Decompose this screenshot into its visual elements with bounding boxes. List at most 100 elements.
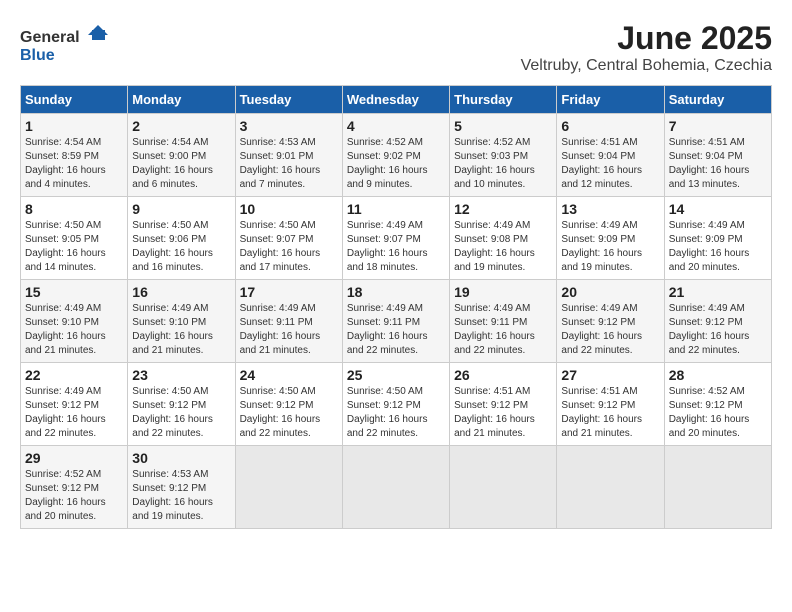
day-number: 16 xyxy=(132,284,230,300)
day-info: Sunrise: 4:50 AMSunset: 9:06 PMDaylight:… xyxy=(132,219,230,275)
calendar-day-cell: 22 Sunrise: 4:49 AMSunset: 9:12 PMDayligh… xyxy=(21,363,128,446)
header-tuesday: Tuesday xyxy=(235,86,342,114)
svg-text:General: General xyxy=(20,29,80,46)
calendar-day-cell: 26 Sunrise: 4:51 AMSunset: 9:12 PMDayligh… xyxy=(450,363,557,446)
calendar-day-cell: 25 Sunrise: 4:50 AMSunset: 9:12 PMDayligh… xyxy=(342,363,449,446)
day-info: Sunrise: 4:52 AMSunset: 9:02 PMDaylight:… xyxy=(347,136,445,192)
calendar-day-cell: 15 Sunrise: 4:49 AMSunset: 9:10 PMDayligh… xyxy=(21,280,128,363)
day-number: 8 xyxy=(25,201,123,217)
location-subtitle: Veltruby, Central Bohemia, Czechia xyxy=(521,57,772,75)
calendar-day-cell: 24 Sunrise: 4:50 AMSunset: 9:12 PMDayligh… xyxy=(235,363,342,446)
calendar-day-cell: 30 Sunrise: 4:53 AMSunset: 9:12 PMDayligh… xyxy=(128,446,235,529)
calendar-day-cell: 10 Sunrise: 4:50 AMSunset: 9:07 PMDayligh… xyxy=(235,197,342,280)
day-number: 7 xyxy=(669,118,767,134)
day-info: Sunrise: 4:52 AMSunset: 9:12 PMDaylight:… xyxy=(25,468,123,524)
day-number: 26 xyxy=(454,367,552,383)
calendar-day-cell xyxy=(342,446,449,529)
day-info: Sunrise: 4:54 AMSunset: 9:00 PMDaylight:… xyxy=(132,136,230,192)
day-number: 18 xyxy=(347,284,445,300)
header-wednesday: Wednesday xyxy=(342,86,449,114)
day-info: Sunrise: 4:52 AMSunset: 9:03 PMDaylight:… xyxy=(454,136,552,192)
calendar-day-cell: 9 Sunrise: 4:50 AMSunset: 9:06 PMDaylight… xyxy=(128,197,235,280)
header-friday: Friday xyxy=(557,86,664,114)
calendar-day-cell: 5 Sunrise: 4:52 AMSunset: 9:03 PMDaylight… xyxy=(450,114,557,197)
day-number: 2 xyxy=(132,118,230,134)
day-info: Sunrise: 4:50 AMSunset: 9:05 PMDaylight:… xyxy=(25,219,123,275)
day-number: 5 xyxy=(454,118,552,134)
day-info: Sunrise: 4:53 AMSunset: 9:12 PMDaylight:… xyxy=(132,468,230,524)
day-number: 12 xyxy=(454,201,552,217)
weekday-header-row: Sunday Monday Tuesday Wednesday Thursday… xyxy=(21,86,772,114)
day-number: 14 xyxy=(669,201,767,217)
day-info: Sunrise: 4:54 AMSunset: 8:59 PMDaylight:… xyxy=(25,136,123,192)
day-number: 9 xyxy=(132,201,230,217)
calendar-day-cell: 20Sunrise: 4:49 AMSunset: 9:12 PMDayligh… xyxy=(557,280,664,363)
calendar-day-cell: 7 Sunrise: 4:51 AMSunset: 9:04 PMDaylight… xyxy=(664,114,771,197)
day-info: Sunrise: 4:49 AMSunset: 9:12 PMDaylight:… xyxy=(25,385,123,441)
day-info: Sunrise: 4:49 AMSunset: 9:08 PMDaylight:… xyxy=(454,219,552,275)
day-number: 15 xyxy=(25,284,123,300)
calendar-week-row: 1 Sunrise: 4:54 AMSunset: 8:59 PMDaylight… xyxy=(21,114,772,197)
day-info: Sunrise: 4:50 AMSunset: 9:12 PMDaylight:… xyxy=(347,385,445,441)
day-info: Sunrise: 4:49 AMSunset: 9:10 PMDaylight:… xyxy=(132,302,230,358)
day-info: Sunrise: 4:49 AMSunset: 9:11 PMDaylight:… xyxy=(454,302,552,358)
calendar-day-cell: 29 Sunrise: 4:52 AMSunset: 9:12 PMDayligh… xyxy=(21,446,128,529)
day-info: Sunrise: 4:50 AMSunset: 9:07 PMDaylight:… xyxy=(240,219,338,275)
calendar-day-cell: 4 Sunrise: 4:52 AMSunset: 9:02 PMDaylight… xyxy=(342,114,449,197)
day-number: 24 xyxy=(240,367,338,383)
day-info: Sunrise: 4:49 AMSunset: 9:11 PMDaylight:… xyxy=(240,302,338,358)
day-info: Sunrise: 4:53 AMSunset: 9:01 PMDaylight:… xyxy=(240,136,338,192)
day-info: Sunrise: 4:52 AMSunset: 9:12 PMDaylight:… xyxy=(669,385,767,441)
day-info: Sunrise: 4:49 AMSunset: 9:07 PMDaylight:… xyxy=(347,219,445,275)
day-number: 20 xyxy=(561,284,659,300)
calendar-day-cell xyxy=(235,446,342,529)
calendar-day-cell: 11 Sunrise: 4:49 AMSunset: 9:07 PMDayligh… xyxy=(342,197,449,280)
header-thursday: Thursday xyxy=(450,86,557,114)
day-number: 19 xyxy=(454,284,552,300)
day-info: Sunrise: 4:51 AMSunset: 9:12 PMDaylight:… xyxy=(454,385,552,441)
logo: General Blue xyxy=(20,20,110,75)
day-number: 29 xyxy=(25,450,123,466)
header-saturday: Saturday xyxy=(664,86,771,114)
day-number: 23 xyxy=(132,367,230,383)
day-number: 28 xyxy=(669,367,767,383)
day-number: 1 xyxy=(25,118,123,134)
day-number: 11 xyxy=(347,201,445,217)
calendar-day-cell: 1 Sunrise: 4:54 AMSunset: 8:59 PMDaylight… xyxy=(21,114,128,197)
calendar-week-row: 22 Sunrise: 4:49 AMSunset: 9:12 PMDayligh… xyxy=(21,363,772,446)
svg-text:Blue: Blue xyxy=(20,47,55,64)
day-number: 4 xyxy=(347,118,445,134)
day-info: Sunrise: 4:51 AMSunset: 9:04 PMDaylight:… xyxy=(561,136,659,192)
header-monday: Monday xyxy=(128,86,235,114)
title-section: June 2025 Veltruby, Central Bohemia, Cze… xyxy=(521,20,772,75)
month-year-title: June 2025 xyxy=(521,20,772,57)
day-number: 13 xyxy=(561,201,659,217)
day-number: 3 xyxy=(240,118,338,134)
day-info: Sunrise: 4:51 AMSunset: 9:04 PMDaylight:… xyxy=(669,136,767,192)
calendar-day-cell: 21Sunrise: 4:49 AMSunset: 9:12 PMDayligh… xyxy=(664,280,771,363)
day-number: 27 xyxy=(561,367,659,383)
calendar-day-cell: 23Sunrise: 4:50 AMSunset: 9:12 PMDayligh… xyxy=(128,363,235,446)
calendar-day-cell xyxy=(664,446,771,529)
calendar-day-cell: 14 Sunrise: 4:49 AMSunset: 9:09 PMDayligh… xyxy=(664,197,771,280)
calendar-week-row: 29 Sunrise: 4:52 AMSunset: 9:12 PMDayligh… xyxy=(21,446,772,529)
day-number: 10 xyxy=(240,201,338,217)
calendar-day-cell: 13Sunrise: 4:49 AMSunset: 9:09 PMDayligh… xyxy=(557,197,664,280)
calendar-day-cell xyxy=(450,446,557,529)
day-number: 30 xyxy=(132,450,230,466)
day-number: 17 xyxy=(240,284,338,300)
day-info: Sunrise: 4:51 AMSunset: 9:12 PMDaylight:… xyxy=(561,385,659,441)
day-info: Sunrise: 4:49 AMSunset: 9:10 PMDaylight:… xyxy=(25,302,123,358)
day-number: 22 xyxy=(25,367,123,383)
calendar-day-cell: 2 Sunrise: 4:54 AMSunset: 9:00 PMDaylight… xyxy=(128,114,235,197)
calendar-container: General Blue June 2025 Veltruby, Central… xyxy=(20,20,772,529)
day-number: 25 xyxy=(347,367,445,383)
day-info: Sunrise: 4:50 AMSunset: 9:12 PMDaylight:… xyxy=(240,385,338,441)
day-info: Sunrise: 4:49 AMSunset: 9:09 PMDaylight:… xyxy=(669,219,767,275)
header: General Blue June 2025 Veltruby, Central… xyxy=(20,20,772,75)
day-number: 21 xyxy=(669,284,767,300)
day-info: Sunrise: 4:49 AMSunset: 9:11 PMDaylight:… xyxy=(347,302,445,358)
calendar-table: Sunday Monday Tuesday Wednesday Thursday… xyxy=(20,85,772,529)
calendar-week-row: 8 Sunrise: 4:50 AMSunset: 9:05 PMDaylight… xyxy=(21,197,772,280)
calendar-day-cell xyxy=(557,446,664,529)
